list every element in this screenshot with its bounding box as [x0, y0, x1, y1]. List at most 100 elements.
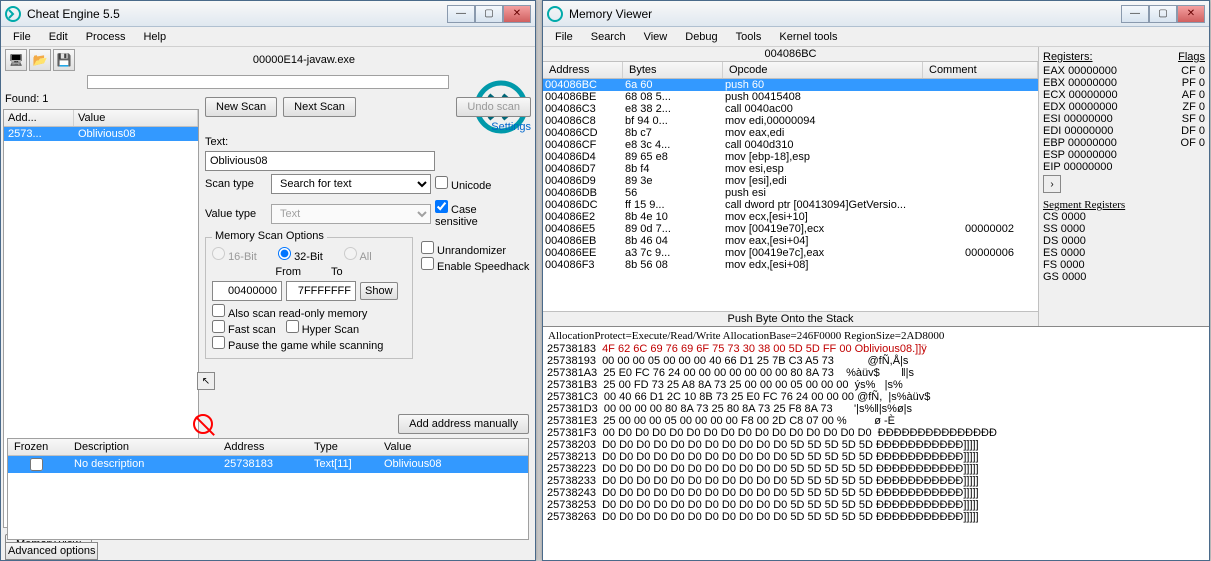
mv-menu-file[interactable]: File	[547, 29, 581, 45]
hex-row[interactable]: 257381C3 00 40 66 D1 2C 10 8B 73 25 E0 F…	[547, 391, 1205, 403]
disasm-row[interactable]: 004086C3e8 38 2...call 0040ac00	[543, 103, 1038, 115]
registers-panel: Registers:Flags EAX 00000000CF 0EBX 0000…	[1039, 47, 1209, 326]
pointer-icon[interactable]: ↖	[197, 372, 215, 390]
register-row: EBP 00000000OF 0	[1043, 137, 1205, 149]
address-table[interactable]: Frozen Description Address Type Value No…	[7, 438, 529, 540]
hex-row[interactable]: 25738203 D0 D0 D0 D0 D0 D0 D0 D0 D0 D0 D…	[547, 439, 1205, 451]
disasm-row[interactable]: 004086EB8b 46 04 mov eax,[esi+04]	[543, 235, 1038, 247]
disasm-row[interactable]: 004086CFe8 3c 4...call 0040d310	[543, 139, 1038, 151]
hex-row[interactable]: 257381A3 25 E0 FC 76 24 00 00 00 00 00 0…	[547, 367, 1205, 379]
disasm-row[interactable]: 004086EEa3 7c 9...mov [00419e7c],eax0000…	[543, 247, 1038, 259]
menu-help[interactable]: Help	[135, 29, 174, 45]
hex-row[interactable]: 257381E3 25 00 00 00 05 00 00 00 00 F8 0…	[547, 415, 1205, 427]
hex-view[interactable]: AllocationProtect=Execute/Read/Write All…	[543, 327, 1209, 560]
unrandomizer-check[interactable]: Unrandomizer	[421, 245, 506, 257]
frozen-check[interactable]	[30, 458, 43, 471]
valuetype-select[interactable]: Text	[271, 204, 431, 224]
open-file-icon[interactable]: 📂	[29, 49, 51, 71]
disasm-row[interactable]: 004086D989 3e mov [esi],edi	[543, 175, 1038, 187]
settings-link[interactable]: Settings	[205, 121, 531, 133]
from-input[interactable]	[212, 281, 282, 301]
hex-row[interactable]: 25738193 00 00 00 05 00 00 00 40 66 D1 2…	[547, 355, 1205, 367]
hex-row[interactable]: 257381B3 25 00 FD 73 25 A8 8A 73 25 00 0…	[547, 379, 1205, 391]
menu-file[interactable]: File	[5, 29, 39, 45]
disasm-row[interactable]: 004086F38b 56 08 mov edx,[esi+08]	[543, 259, 1038, 271]
scantype-label: Scan type	[205, 178, 267, 190]
disasm-rows[interactable]: 004086BC6a 60 push 60004086BE68 08 5...p…	[543, 79, 1038, 311]
pausegame-check[interactable]: Pause the game while scanning	[212, 340, 383, 352]
col-value[interactable]: Value	[74, 110, 198, 126]
maximize-button[interactable]: ▢	[475, 5, 503, 23]
advanced-options-button[interactable]: Advanced options	[5, 542, 98, 560]
hex-row[interactable]: 25738263 D0 D0 D0 D0 D0 D0 D0 D0 D0 D0 D…	[547, 511, 1205, 523]
mv-minimize-button[interactable]: —	[1121, 5, 1149, 23]
register-row: EDX 00000000ZF 0	[1043, 101, 1205, 113]
show-button[interactable]: Show	[360, 282, 398, 300]
result-row[interactable]: 2573... Oblivious08	[4, 127, 198, 141]
disasm-row[interactable]: 004086C8bf 94 0...mov edi,00000094	[543, 115, 1038, 127]
scantype-select[interactable]: Search for text	[271, 174, 431, 194]
readonly-check[interactable]: Also scan read-only memory	[212, 308, 367, 320]
ce-toolbar: 🖥 📂 💾 00000E14-javaw.exe	[1, 47, 535, 73]
save-icon[interactable]: 💾	[53, 49, 75, 71]
close-button[interactable]: ✕	[503, 5, 531, 23]
mv-menu-kernel[interactable]: Kernel tools	[771, 29, 845, 45]
reg-more-icon[interactable]: ›	[1043, 175, 1061, 193]
mv-maximize-button[interactable]: ▢	[1149, 5, 1177, 23]
speedhack-check[interactable]: Enable Speedhack	[421, 261, 529, 273]
new-scan-button[interactable]: New Scan	[205, 97, 277, 117]
mv-menu-view[interactable]: View	[636, 29, 676, 45]
col-opcode[interactable]: Opcode	[723, 62, 923, 78]
search-text-input[interactable]	[205, 151, 435, 171]
minimize-button[interactable]: —	[447, 5, 475, 23]
hex-row[interactable]: 25738253 D0 D0 D0 D0 D0 D0 D0 D0 D0 D0 D…	[547, 499, 1205, 511]
disasm-row[interactable]: 004086BC6a 60 push 60	[543, 79, 1038, 91]
disasm-row[interactable]: 004086D489 65 e8 mov [ebp-18],esp	[543, 151, 1038, 163]
mv-menu-tools[interactable]: Tools	[728, 29, 770, 45]
mv-close-button[interactable]: ✕	[1177, 5, 1205, 23]
disasm-row[interactable]: 004086E28b 4e 10 mov ecx,[esi+10]	[543, 211, 1038, 223]
unicode-check[interactable]: Unicode	[435, 176, 497, 192]
hex-row[interactable]: 25738223 D0 D0 D0 D0 D0 D0 D0 D0 D0 D0 D…	[547, 463, 1205, 475]
disasm-row[interactable]: 004086CD8b c7 mov eax,edi	[543, 127, 1038, 139]
hex-row[interactable]: 257381D3 00 00 00 00 80 8A 73 25 80 8A 7…	[547, 403, 1205, 415]
hex-row[interactable]: 25738213 D0 D0 D0 D0 D0 D0 D0 D0 D0 D0 D…	[547, 451, 1205, 463]
mv-menu-search[interactable]: Search	[583, 29, 634, 45]
menu-edit[interactable]: Edit	[41, 29, 76, 45]
mv-titlebar[interactable]: Memory Viewer — ▢ ✕	[543, 1, 1209, 27]
hex-row[interactable]: 25738183 4F 62 6C 69 76 69 6F 75 73 30 3…	[547, 343, 1205, 355]
col-address[interactable]: Address	[543, 62, 623, 78]
disasm-row[interactable]: 004086DCff 15 9...call dword ptr [004130…	[543, 199, 1038, 211]
disasm-row[interactable]: 004086DB56 push esi	[543, 187, 1038, 199]
add-address-button[interactable]: Add address manually	[398, 414, 529, 434]
found-label: Found: 1	[1, 91, 201, 107]
mv-title: Memory Viewer	[569, 7, 1121, 21]
case-sensitive-check[interactable]: Case sensitive	[435, 200, 497, 228]
undo-scan-button[interactable]: Undo scan	[456, 97, 531, 117]
mv-menu-debug[interactable]: Debug	[677, 29, 725, 45]
disasm-row[interactable]: 004086E589 0d 7...mov [00419e70],ecx0000…	[543, 223, 1038, 235]
to-input[interactable]	[286, 281, 356, 301]
next-scan-button[interactable]: Next Scan	[283, 97, 356, 117]
fastscan-check[interactable]: Fast scan	[212, 320, 276, 336]
hyperscan-check[interactable]: Hyper Scan	[286, 320, 359, 336]
open-process-icon[interactable]: 🖥	[5, 49, 27, 71]
address-row[interactable]: No description 25738183 Text[11] Oblivio…	[8, 456, 528, 473]
mv-app-icon	[547, 6, 563, 22]
ce-titlebar[interactable]: Cheat Engine 5.5 — ▢ ✕	[1, 1, 535, 27]
panic-icon[interactable]	[193, 414, 213, 434]
radio-16bit[interactable]: 16-Bit	[212, 247, 274, 263]
col-comment[interactable]: Comment	[923, 62, 1038, 78]
col-address[interactable]: Add...	[4, 110, 74, 126]
col-bytes[interactable]: Bytes	[623, 62, 723, 78]
hex-row[interactable]: 25738233 D0 D0 D0 D0 D0 D0 D0 D0 D0 D0 D…	[547, 475, 1205, 487]
segment-row: DS 0000	[1043, 235, 1205, 247]
menu-process[interactable]: Process	[78, 29, 134, 45]
disasm-row[interactable]: 004086D78b f4 mov esi,esp	[543, 163, 1038, 175]
hex-row[interactable]: 257381F3 00 D0 D0 D0 D0 D0 D0 D0 D0 D0 D…	[547, 427, 1205, 439]
disasm-row[interactable]: 004086BE68 08 5...push 00415408	[543, 91, 1038, 103]
current-address: 004086BC	[543, 47, 1038, 62]
radio-32bit[interactable]: 32-Bit	[278, 247, 340, 263]
hex-row[interactable]: 25738243 D0 D0 D0 D0 D0 D0 D0 D0 D0 D0 D…	[547, 487, 1205, 499]
radio-all[interactable]: All	[344, 247, 406, 263]
